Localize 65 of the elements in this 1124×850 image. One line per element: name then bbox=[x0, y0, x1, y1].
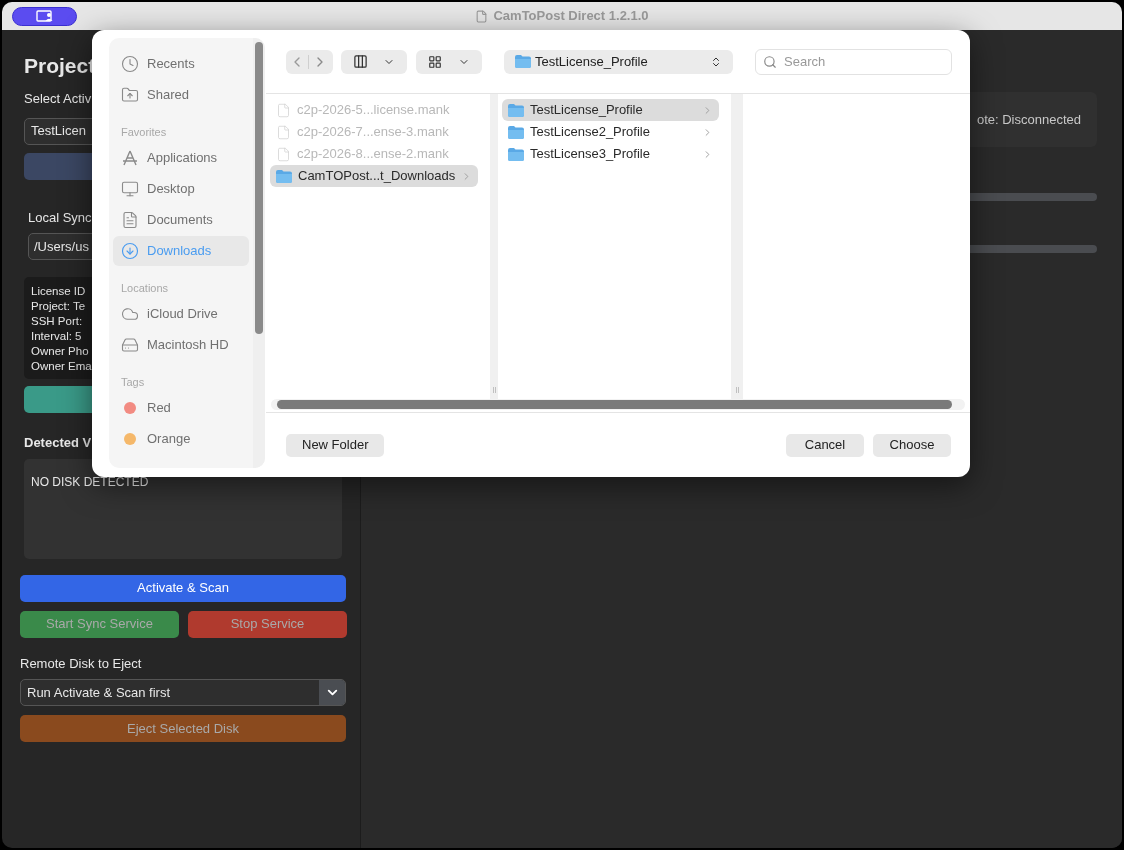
sidebar-section-title: Favorites bbox=[120, 124, 168, 140]
cancel-button[interactable]: Cancel bbox=[786, 433, 864, 457]
status-text: ote: Disconnected bbox=[976, 110, 1081, 129]
column-resize-handle[interactable] bbox=[731, 94, 743, 399]
back-forward-buttons[interactable] bbox=[286, 49, 333, 74]
grid-icon bbox=[428, 54, 442, 69]
file-icon bbox=[276, 102, 291, 118]
folder-icon bbox=[515, 55, 531, 68]
sidebar-item[interactable]: Documents bbox=[113, 205, 249, 235]
sidebar-item[interactable]: Recents bbox=[113, 49, 249, 79]
folder-row[interactable]: CamTOPost...t_Downloads bbox=[270, 165, 479, 187]
info-line: Owner Ema bbox=[31, 359, 92, 374]
file-icon bbox=[276, 124, 291, 140]
sidebar-item[interactable]: Macintosh HD bbox=[113, 330, 249, 360]
clock-icon bbox=[121, 55, 139, 73]
info-line: SSH Port: bbox=[31, 314, 83, 329]
horizontal-scrollbar[interactable] bbox=[271, 399, 965, 410]
eject-disk-select[interactable]: Run Activate & Scan first bbox=[20, 679, 346, 706]
document-icon bbox=[475, 9, 489, 23]
sidebar-item[interactable]: Applications bbox=[113, 143, 249, 173]
up-down-icon bbox=[710, 55, 722, 68]
scrollbar[interactable] bbox=[253, 38, 265, 468]
volumes-text: NO DISK DETECTED bbox=[31, 474, 149, 489]
folder-icon bbox=[508, 125, 524, 139]
sidebar-item[interactable]: Orange bbox=[113, 424, 249, 454]
sidebar-item[interactable]: Desktop bbox=[113, 174, 249, 204]
view-mode-button[interactable] bbox=[341, 49, 407, 74]
folder-icon bbox=[508, 103, 524, 117]
field-label: Local Sync bbox=[28, 208, 92, 227]
sidebar-item[interactable]: Shared bbox=[113, 80, 249, 110]
field-label: Remote Disk to Eject bbox=[20, 654, 142, 673]
info-line: Owner Pho bbox=[31, 344, 89, 359]
cloud-icon bbox=[121, 305, 139, 323]
folder-icon bbox=[276, 169, 292, 183]
sidebar-section-title: Tags bbox=[120, 374, 146, 390]
group-button[interactable] bbox=[416, 49, 482, 74]
info-line: Interval: 5 bbox=[31, 329, 82, 344]
path-popup[interactable]: TestLicense_Profile bbox=[504, 49, 733, 74]
folder-row[interactable]: TestLicense3_Profile bbox=[502, 143, 719, 165]
choose-button[interactable]: Choose bbox=[873, 433, 951, 457]
new-folder-button[interactable]: New Folder bbox=[286, 433, 385, 457]
info-line: Project: Te bbox=[31, 299, 86, 314]
folder-icon bbox=[508, 147, 524, 161]
sidebar-item[interactable]: iCloud Drive bbox=[113, 299, 249, 329]
disk-drive-icon bbox=[121, 336, 139, 354]
search-field[interactable]: Search bbox=[755, 48, 952, 75]
download-icon bbox=[121, 242, 139, 260]
section-heading: Detected V bbox=[24, 434, 92, 452]
window-title: CamToPost Direct 1.2.1.0 bbox=[493, 7, 649, 26]
column-resize-handle[interactable] bbox=[490, 94, 498, 399]
folder-row[interactable]: TestLicense2_Profile bbox=[502, 121, 719, 143]
screen-user-icon bbox=[35, 10, 54, 22]
document-icon bbox=[121, 211, 139, 229]
field-label: Select Activ bbox=[24, 90, 92, 108]
toolbar-button[interactable] bbox=[12, 6, 77, 26]
info-line: License ID bbox=[31, 284, 86, 299]
sidebar-item[interactable]: Red bbox=[113, 393, 249, 423]
columns-icon bbox=[353, 54, 368, 69]
folder-row[interactable]: TestLicense_Profile bbox=[502, 99, 719, 121]
sidebar-item[interactable]: Downloads bbox=[113, 236, 249, 266]
sidebar-section-title: Locations bbox=[120, 280, 170, 296]
file-icon bbox=[276, 146, 291, 162]
monitor-icon bbox=[121, 180, 139, 198]
search-icon bbox=[763, 54, 777, 69]
action-button[interactable]: Activate & Scan bbox=[20, 574, 346, 602]
